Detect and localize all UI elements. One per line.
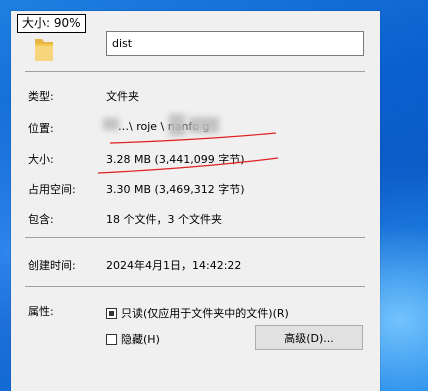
type-label: 类型: xyxy=(28,90,54,103)
separator xyxy=(25,237,365,238)
redaction-blur xyxy=(169,114,185,136)
readonly-checkbox-label: 只读(仅应用于文件夹中的文件)(R) xyxy=(121,307,289,320)
disk-size-label: 占用空间: xyxy=(28,183,76,196)
redaction-blur xyxy=(103,118,119,130)
location-value-area: …\ roje \ nanfo g xyxy=(101,112,261,140)
advanced-button[interactable]: 高级(D)... xyxy=(255,325,363,350)
type-value: 文件夹 xyxy=(106,90,139,103)
readonly-checkbox[interactable]: 只读(仅应用于文件夹中的文件)(R) xyxy=(106,305,289,321)
folder-icon xyxy=(35,39,53,61)
folder-properties-dialog: 类型: 文件夹 位置: …\ roje \ nanfo g 大小: 3.28 M… xyxy=(11,11,380,391)
hidden-checkbox-label: 隐藏(H) xyxy=(121,333,160,346)
created-value: 2024年4月1日，14:42:22 xyxy=(106,259,242,272)
zoom-badge: 大小: 90% xyxy=(17,14,86,33)
hidden-checkbox[interactable]: 隐藏(H) xyxy=(106,331,160,347)
contains-label: 包含: xyxy=(28,213,54,226)
redaction-blur xyxy=(189,117,219,133)
hidden-checkbox-box[interactable] xyxy=(106,333,117,345)
folder-name-field[interactable] xyxy=(106,31,364,56)
location-label: 位置: xyxy=(28,122,54,135)
separator xyxy=(25,71,365,72)
disk-size-value: 3.30 MB (3,469,312 字节) xyxy=(106,183,245,196)
size-label: 大小: xyxy=(28,153,54,166)
contains-value: 18 个文件，3 个文件夹 xyxy=(106,213,222,226)
created-label: 创建时间: xyxy=(28,259,76,272)
readonly-checkbox-box[interactable] xyxy=(106,307,117,319)
separator xyxy=(25,286,365,287)
attributes-label: 属性: xyxy=(28,305,54,318)
size-value: 3.28 MB (3,441,099 字节) xyxy=(106,153,245,166)
